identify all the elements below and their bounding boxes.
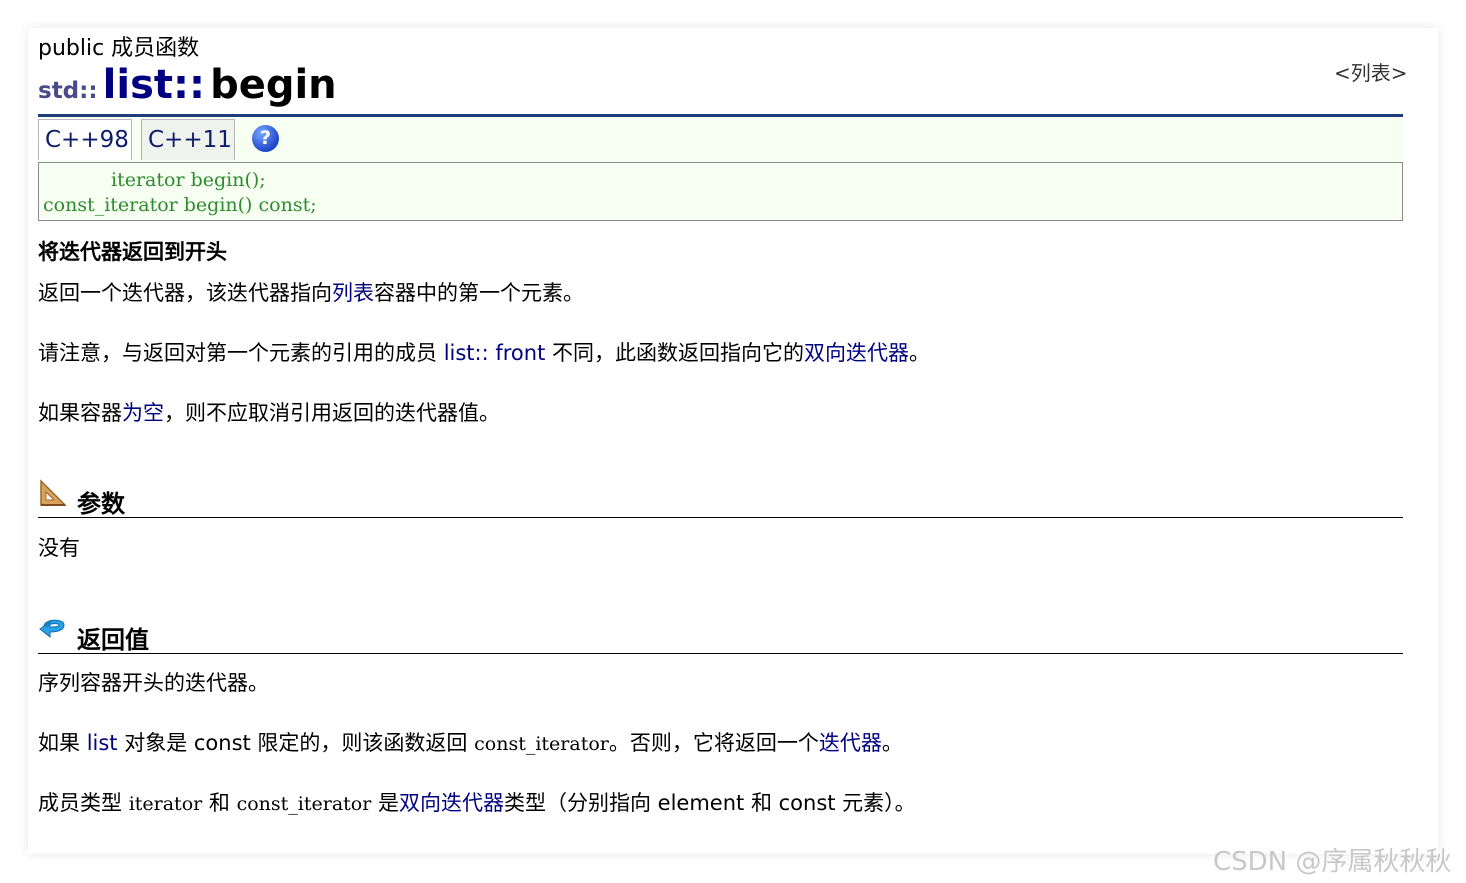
title-class[interactable]: list:: <box>103 62 205 108</box>
bidirectional-iterator-link[interactable]: 双向迭代器 <box>804 341 909 365</box>
parameters-divider <box>38 517 1403 518</box>
text: 不同，此函数返回指向它的 <box>545 341 805 365</box>
prototype-line-1: iterator begin(); <box>111 169 266 191</box>
title-function: begin <box>210 62 337 108</box>
bidirectional-iterator-link-2[interactable]: 双向迭代器 <box>399 791 504 815</box>
parameters-heading: 参数 <box>77 490 125 518</box>
watermark: CSDN @序属秋秋秋 <box>1213 847 1452 877</box>
page-title: std:: list:: begin <box>38 62 337 108</box>
list-link-inline[interactable]: list <box>87 731 118 755</box>
list-link[interactable]: <列表> <box>1334 57 1408 86</box>
empty-link[interactable]: 为空 <box>122 401 164 425</box>
help-icon[interactable]: ? <box>252 125 279 152</box>
set-square-icon <box>40 479 67 506</box>
text: 容器中的第一个元素。 <box>374 281 584 305</box>
text: 和 <box>202 791 237 815</box>
tab-cpp98[interactable]: C++98 <box>38 119 132 160</box>
prototype-code-box: iterator begin(); const_iterator begin()… <box>38 162 1403 221</box>
iterator-link[interactable]: 迭代器 <box>819 731 882 755</box>
member-kind-label: public 成员函数 <box>38 36 200 61</box>
title-namespace: std:: <box>38 78 98 104</box>
const-iterator-code-2: const_iterator <box>236 793 372 815</box>
text: 返回一个迭代器，该迭代器指向 <box>38 281 332 305</box>
tab-cpp11[interactable]: C++11 <box>141 119 235 160</box>
text: 请注意，与返回对第一个元素的引用的成员 <box>38 341 444 365</box>
list-front-link[interactable]: list:: front <box>444 341 546 365</box>
text: 。 <box>909 341 931 365</box>
text: 如果容器 <box>38 401 122 425</box>
description-paragraph-3: 如果容器为空，则不应取消引用返回的迭代器值。 <box>38 397 500 427</box>
text: 类型（分别指向 element 和 const 元素）。 <box>504 791 916 815</box>
parameters-text: 没有 <box>38 536 80 560</box>
prototype-line-2: const_iterator begin() const; <box>43 194 317 216</box>
return-paragraph-2: 如果 list 对象是 const 限定的，则该函数返回 const_itera… <box>38 727 903 757</box>
const-iterator-code: const_iterator <box>474 733 609 755</box>
iterator-code: iterator <box>128 793 203 815</box>
version-tab-strip <box>38 117 1403 162</box>
return-paragraph-1: 序列容器开头的迭代器。 <box>38 671 269 695</box>
description-paragraph-1: 返回一个迭代器，该迭代器指向列表容器中的第一个元素。 <box>38 277 584 307</box>
text: 成员类型 <box>38 791 129 815</box>
text: 。否则，它将返回一个 <box>608 731 819 755</box>
text: 如果 <box>38 731 87 755</box>
return-value-divider <box>38 653 1403 654</box>
text: 对象是 const 限定的，则该函数返回 <box>117 731 475 755</box>
return-paragraph-3: 成员类型 iterator 和 const_iterator 是双向迭代器类型（… <box>38 787 916 817</box>
return-arrow-icon <box>39 619 65 639</box>
list-container-link[interactable]: 列表 <box>332 281 374 305</box>
return-value-heading: 返回值 <box>77 626 149 654</box>
text: 是 <box>371 791 399 815</box>
text: 。 <box>881 731 903 755</box>
text: ，则不应取消引用返回的迭代器值。 <box>164 401 500 425</box>
description-paragraph-2: 请注意，与返回对第一个元素的引用的成员 list:: front 不同，此函数返… <box>38 337 930 367</box>
function-summary: 将迭代器返回到开头 <box>38 240 227 264</box>
